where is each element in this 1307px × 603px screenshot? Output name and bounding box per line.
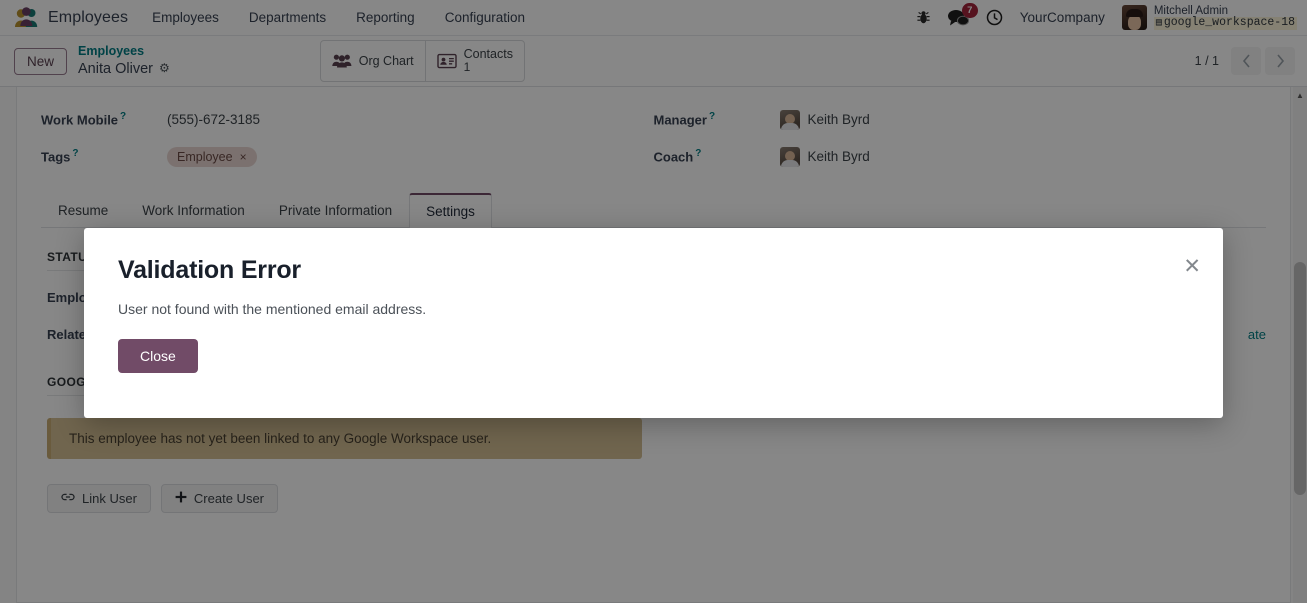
dialog-message: User not found with the mentioned email … (118, 301, 427, 317)
validation-error-dialog: ✕ Validation Error User not found with t… (84, 228, 1223, 418)
dialog-title: Validation Error (118, 256, 301, 284)
close-x-icon[interactable]: ✕ (1183, 256, 1201, 277)
close-button[interactable]: Close (118, 339, 198, 373)
app-root: Employees Employees Departments Reportin… (0, 0, 1307, 603)
dialog-footer: Close (84, 317, 1223, 373)
